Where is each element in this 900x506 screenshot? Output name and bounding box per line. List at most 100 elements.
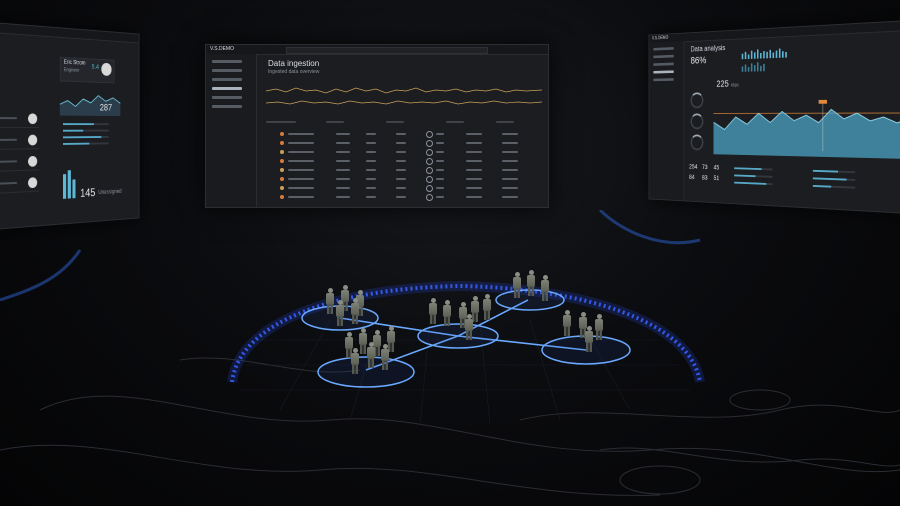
center-search-box[interactable] [286,47,488,54]
table-cell [366,133,376,135]
mini-bar [763,63,765,72]
contour-line [519,404,900,421]
right-reading-value: 225 [716,79,729,90]
soldier-figure[interactable] [562,310,572,336]
table-cell [466,169,482,171]
right-mini-bars [741,48,787,72]
right-meter [812,184,856,189]
row-progress-ring-icon [426,131,433,138]
left-list-item[interactable] [0,132,39,150]
table-cell [396,169,406,171]
soldier-figure[interactable] [482,294,492,320]
soldier-figure[interactable] [442,300,452,326]
soldier-legs [542,291,548,301]
table-cell [366,178,376,180]
table-row[interactable] [266,140,536,147]
soldier-legs [368,358,374,368]
table-row[interactable] [266,185,536,192]
soldier-figure[interactable] [335,300,345,326]
left-list-avatar [28,113,38,125]
left-list-line [0,117,18,120]
mini-bar-group [741,48,787,60]
table-cell [366,160,376,162]
left-stat-footer-value: 145 [80,185,96,200]
table-row[interactable] [266,158,536,165]
table-cell [502,151,518,153]
left-list-line [0,160,18,163]
left-meter-1-fill [63,123,94,126]
profile-role: Engineer [63,67,80,74]
table-cell [502,169,518,171]
soldier-legs [586,342,592,352]
soldier-figure[interactable] [350,348,360,374]
center-sidebar-item[interactable] [212,69,242,72]
table-cell [436,187,444,189]
soldier-figure[interactable] [540,275,550,301]
table-cell [288,160,314,162]
table-cell [436,133,444,135]
left-bar [72,179,76,199]
soldier-figure[interactable] [594,314,604,340]
soldier-figure[interactable] [464,314,474,340]
table-row[interactable] [266,167,536,174]
table-cell [336,133,350,135]
soldier-figure[interactable] [325,288,335,314]
soldier-figure[interactable] [350,298,360,324]
wall-glow [0,210,701,302]
right-sidebar-item[interactable] [653,54,674,59]
soldier-figure[interactable] [584,326,594,352]
table-cell [336,169,350,171]
center-brand: V.S.DEMO [210,46,234,52]
table-row[interactable] [266,131,536,138]
right-gauge-1 [690,92,704,109]
soldier-legs [382,360,388,370]
center-page-subtitle: Ingested data overview [268,69,320,75]
left-list-item[interactable] [0,111,39,128]
left-list-item[interactable] [0,153,39,172]
row-status-dot [280,159,284,163]
left-list-item[interactable] [0,175,39,194]
mini-bar [763,51,765,59]
table-cell [396,142,406,144]
table-cell [336,151,350,153]
soldier-figure[interactable] [366,342,376,368]
right-area-marker [818,99,828,104]
right-meter-fill [812,169,839,173]
table-row[interactable] [266,194,536,201]
center-sidebar [206,54,257,207]
center-sidebar-item-active[interactable] [212,87,242,90]
left-bar [63,174,67,199]
mini-bar [760,65,762,72]
table-cell [366,151,376,153]
center-sidebar-item[interactable] [212,78,242,81]
profile-card[interactable]: Eric Strom Engineer 5.4 [59,56,115,84]
mini-bar [747,54,750,59]
center-sidebar-item[interactable] [212,105,242,108]
right-sidebar-item-active[interactable] [653,70,674,74]
right-sidebar-item[interactable] [653,62,674,66]
row-progress-ring-icon [426,194,433,201]
table-row[interactable] [266,149,536,156]
row-status-dot [280,186,284,190]
right-page-title: Data analysis [690,43,726,54]
soldier-figure[interactable] [512,272,522,298]
soldier-figure[interactable] [428,298,438,324]
soldier-legs [466,330,472,340]
row-status-dot [280,150,284,154]
soldier-figure[interactable] [526,270,536,296]
left-meter-2-fill [63,129,84,132]
soldier-legs [514,288,520,298]
mini-bar [744,51,747,60]
center-sidebar-item[interactable] [212,60,242,63]
mini-bar [766,51,768,59]
row-progress-ring-icon [426,167,433,174]
soldier-figure[interactable] [380,344,390,370]
right-sidebar-item[interactable] [653,47,674,51]
mini-bar [775,50,778,58]
right-sidebar-item[interactable] [653,78,674,82]
table-cell [466,160,482,162]
center-screen-topbar: V.S.DEMO [206,45,548,55]
center-sidebar-item[interactable] [212,96,242,99]
table-row[interactable] [266,176,536,183]
soldier-legs [444,316,450,326]
